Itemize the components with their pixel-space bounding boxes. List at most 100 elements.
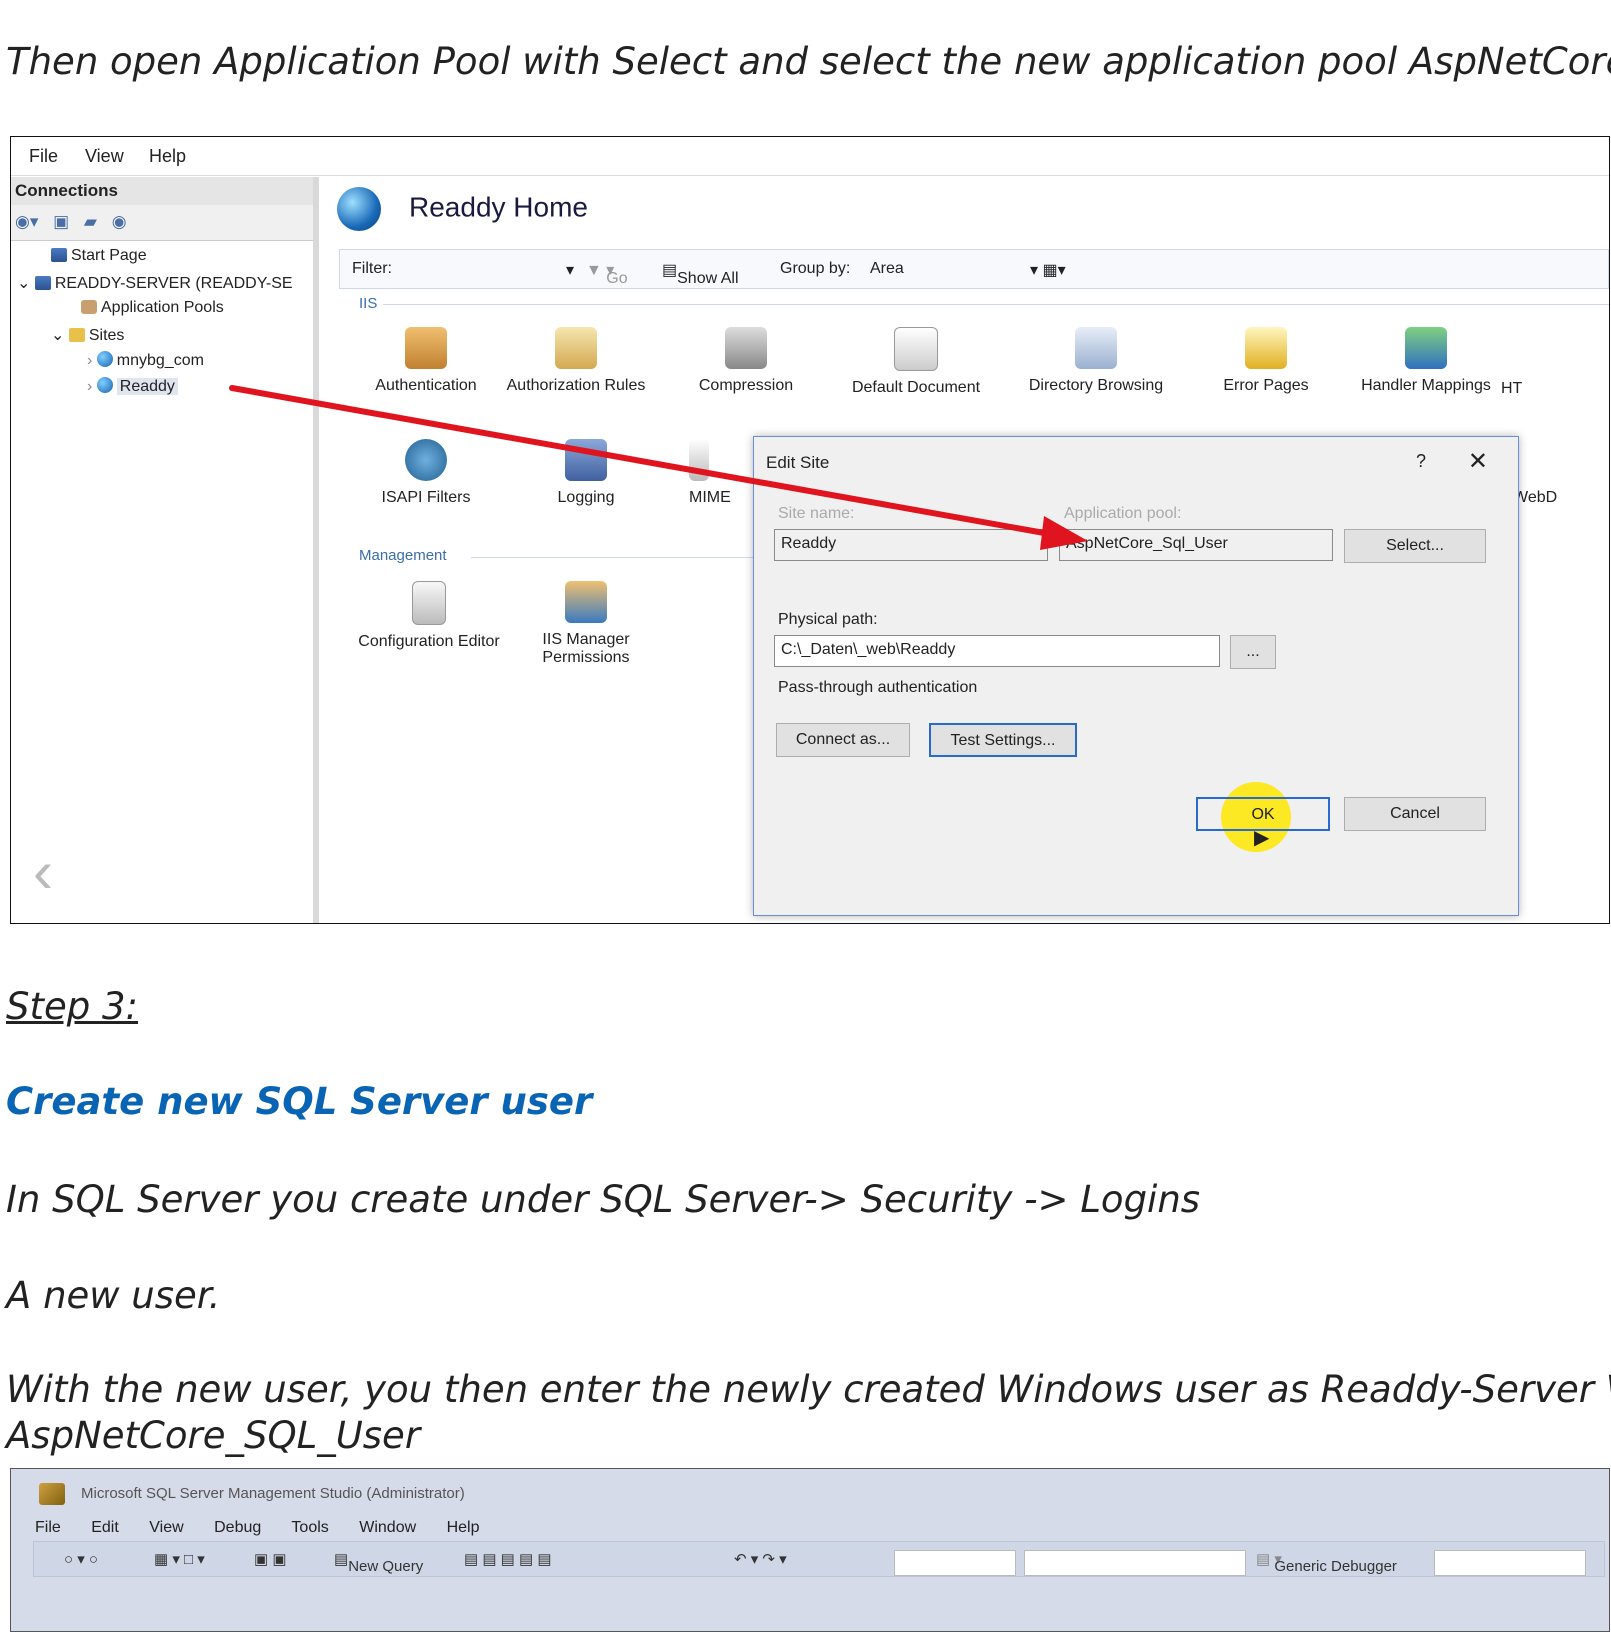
feature-isapi-filters[interactable]: ISAPI Filters — [351, 439, 501, 507]
feature-logging[interactable]: Logging — [511, 439, 661, 507]
ssms-toolbar: ○ ▾ ○ ▦ ▾ □ ▾ ▣ ▣ ▤ New Query ▤ ▤ ▤ ▤ ▤ … — [33, 1541, 1605, 1577]
edit-site-dialog: Edit Site ? ✕ Site name: Readdy Applicat… — [753, 436, 1519, 916]
folder-icon[interactable]: ▰ — [84, 212, 97, 231]
test-settings-button[interactable]: Test Settings... — [929, 723, 1077, 757]
ssms-menu-debug[interactable]: Debug — [214, 1519, 261, 1536]
connections-toolbar: ◉▾ ▣ ▰ ◉ — [11, 205, 313, 241]
step-label: Step 3: — [6, 985, 139, 1028]
feature-handler-mappings[interactable]: Handler Mappings — [1341, 327, 1511, 395]
ssms-screenshot: Microsoft SQL Server Management Studio (… — [10, 1468, 1610, 1632]
app-pools-icon — [81, 300, 97, 314]
app-pool-field[interactable]: AspNetCore_Sql_User — [1059, 529, 1333, 561]
group-iis-label: IIS — [359, 295, 378, 312]
chevron-right-icon[interactable]: › — [87, 378, 97, 395]
new-query-button[interactable]: ▤ New Query — [334, 1550, 423, 1575]
start-page-icon — [51, 248, 67, 262]
connections-pane: Connections ◉▾ ▣ ▰ ◉ Start Page ⌄ READDY… — [11, 177, 319, 923]
tree-start-page[interactable]: Start Page — [51, 247, 147, 265]
physical-path-field[interactable]: C:\_Daten\_web\Readdy — [774, 635, 1220, 667]
feature-webdav-partial[interactable]: WebD — [1513, 489, 1557, 507]
tree-server[interactable]: ⌄ READDY-SERVER (READDY-SE — [17, 273, 293, 293]
cancel-button[interactable]: Cancel — [1344, 797, 1486, 831]
select-button[interactable]: Select... — [1344, 529, 1486, 563]
configuration-editor-icon — [412, 581, 446, 625]
tree-site-readdy[interactable]: › Readdy — [87, 377, 178, 396]
save-icon[interactable]: ▣ — [53, 212, 69, 231]
feature-iis-manager-permissions[interactable]: IIS Manager Permissions — [521, 581, 651, 667]
menu-help[interactable]: Help — [149, 146, 186, 167]
connect-icon[interactable]: ◉▾ — [15, 212, 38, 231]
chevron-down-icon[interactable]: ⌄ — [51, 327, 69, 344]
iis-manager-permissions-icon — [565, 581, 607, 623]
feature-compression[interactable]: Compression — [671, 327, 821, 395]
directory-browsing-icon — [1075, 327, 1117, 369]
logging-icon — [565, 439, 607, 481]
paragraph-windows-user-line2: AspNetCore_SQL_User — [6, 1414, 421, 1457]
app-pool-label: Application pool: — [1064, 505, 1182, 522]
tree-app-pools[interactable]: Application Pools — [81, 299, 224, 317]
connect-as-button[interactable]: Connect as... — [776, 723, 910, 757]
iis-menubar: File View Help — [11, 137, 1609, 176]
authorization-rules-icon — [555, 327, 597, 369]
page-title: Readdy Home — [337, 187, 588, 231]
feature-default-document[interactable]: Default Document — [831, 327, 1001, 397]
ssms-menu-edit[interactable]: Edit — [91, 1519, 119, 1536]
globe-icon — [96, 377, 113, 393]
feature-error-pages[interactable]: Error Pages — [1191, 327, 1341, 395]
feature-mime[interactable]: MIME — [689, 439, 749, 507]
go-button[interactable]: ▼ Go ▾ — [586, 260, 628, 287]
group-by-select[interactable]: Area — [870, 260, 904, 278]
feature-directory-browsing[interactable]: Directory Browsing — [1011, 327, 1181, 395]
undo-redo-icon[interactable]: ↶ ▾ ↷ ▾ — [734, 1550, 787, 1568]
help-button[interactable]: ? — [1416, 451, 1426, 472]
tree-sites[interactable]: ⌄ Sites — [51, 325, 124, 345]
physical-path-label: Physical path: — [778, 611, 878, 628]
ssms-menu-tools[interactable]: Tools — [291, 1519, 328, 1536]
show-all-button[interactable]: ▤ Show All — [662, 260, 739, 287]
group-divider — [383, 304, 1609, 305]
paragraph-windows-user-line1: With the new user, you then enter the ne… — [6, 1368, 1611, 1411]
debug-target-combo[interactable] — [1434, 1550, 1586, 1576]
ssms-menubar: File Edit View Debug Tools Window Help — [35, 1519, 506, 1537]
filter-label: Filter: — [352, 260, 392, 277]
solution-config-combo[interactable] — [894, 1550, 1016, 1576]
mouse-cursor-icon: ▶ — [1254, 827, 1270, 849]
save-icon[interactable]: ▣ ▣ — [254, 1550, 287, 1568]
browse-button[interactable]: ... — [1230, 635, 1276, 669]
error-pages-icon — [1245, 327, 1287, 369]
connections-header: Connections — [11, 177, 313, 205]
disconnect-icon[interactable]: ◉ — [112, 212, 127, 231]
back-forward-icon[interactable]: ○ ▾ ○ — [64, 1550, 98, 1568]
group-management-label: Management — [359, 547, 447, 564]
filter-dropdown-icon[interactable]: ▾ — [566, 260, 574, 280]
handler-mappings-icon — [1405, 327, 1447, 369]
menu-file[interactable]: File — [29, 146, 58, 167]
chevron-down-icon[interactable]: ⌄ — [17, 275, 35, 292]
ssms-menu-view[interactable]: View — [149, 1519, 183, 1536]
platform-combo[interactable] — [1024, 1550, 1246, 1576]
isapi-filters-icon — [405, 439, 447, 481]
compression-icon — [725, 327, 767, 369]
new-project-icon[interactable]: ▦ ▾ □ ▾ — [154, 1550, 205, 1568]
ssms-menu-file[interactable]: File — [35, 1519, 61, 1536]
tree-site-mnybg[interactable]: › mnybg_com — [87, 351, 204, 370]
server-icon — [34, 276, 51, 290]
ssms-menu-help[interactable]: Help — [447, 1519, 480, 1536]
paragraph-new-user: A new user. — [6, 1274, 221, 1317]
site-name-field[interactable]: Readdy — [774, 529, 1048, 561]
feature-authorization-rules[interactable]: Authorization Rules — [501, 327, 651, 395]
group-dropdown-icon[interactable]: ▾ ▦▾ — [1030, 260, 1066, 280]
sites-folder-icon — [68, 328, 85, 342]
collapse-left-icon[interactable]: ‹ — [33, 837, 53, 906]
globe-icon — [337, 187, 381, 231]
feature-configuration-editor[interactable]: Configuration Editor — [339, 581, 519, 651]
generic-debugger-button[interactable]: ▤ Generic Debugger ▾ — [1256, 1550, 1397, 1575]
query-tools-icon[interactable]: ▤ ▤ ▤ ▤ ▤ — [464, 1550, 552, 1568]
feature-http-partial[interactable]: HT — [1501, 380, 1541, 398]
feature-authentication[interactable]: Authentication — [351, 327, 501, 395]
ssms-logo-icon — [39, 1483, 65, 1505]
close-icon[interactable]: ✕ — [1468, 447, 1488, 476]
ssms-menu-window[interactable]: Window — [359, 1519, 416, 1536]
chevron-right-icon[interactable]: › — [87, 352, 97, 369]
menu-view[interactable]: View — [85, 146, 124, 167]
